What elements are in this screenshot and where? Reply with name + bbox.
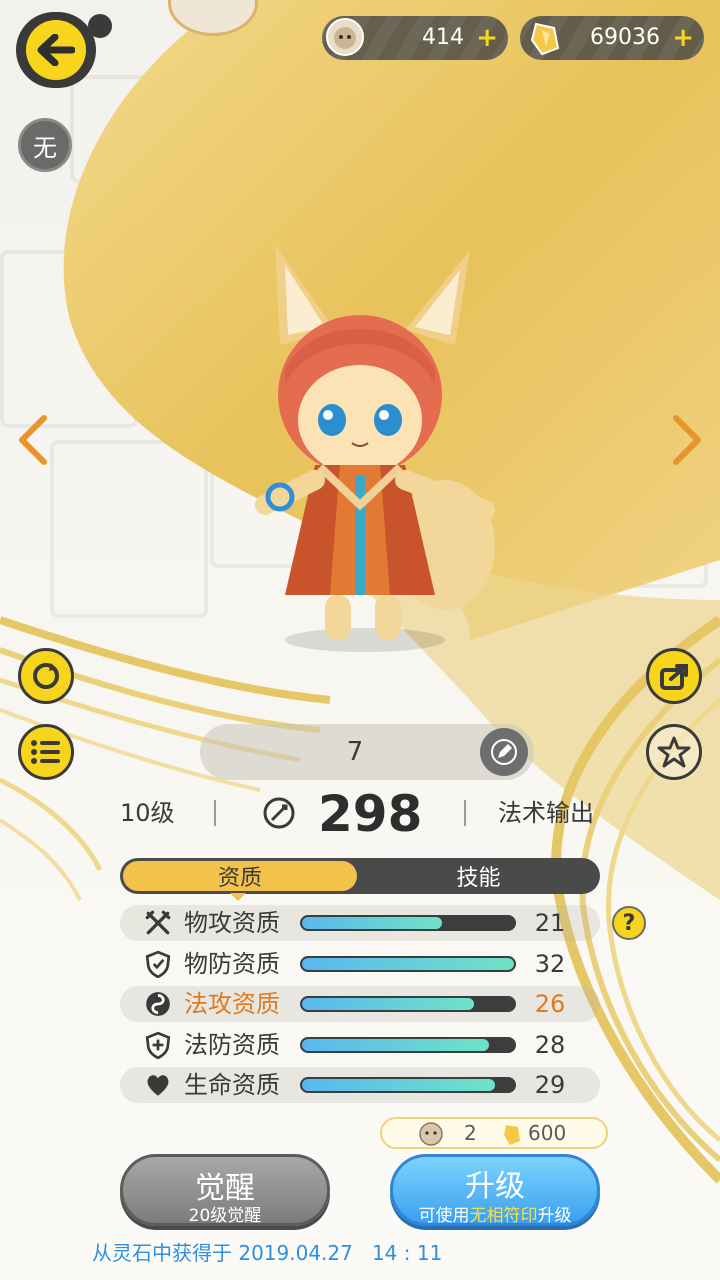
shield-icon — [145, 950, 171, 978]
cat-face-icon — [326, 18, 364, 56]
previous-pet-arrow-icon[interactable] — [14, 414, 50, 466]
share-icon — [660, 664, 688, 690]
stat-label: 法攻资质 — [184, 990, 280, 1018]
swords-icon — [145, 910, 171, 935]
back-button-tail — [88, 14, 112, 38]
gem-currency-value: 69036 — [590, 25, 660, 50]
back-arrow-icon — [26, 20, 86, 80]
tab-aptitude[interactable]: 资质 — [123, 861, 357, 891]
stat-value: 26 — [534, 990, 566, 1018]
background-tile — [200, 75, 358, 193]
stat-label: 生命资质 — [184, 1071, 280, 1099]
stat-bar-fill — [302, 1079, 495, 1091]
active-tab-pointer — [230, 893, 246, 901]
stat-bar-fill — [302, 917, 442, 929]
swirl-icon — [146, 992, 170, 1016]
awaken-subtitle: 20级觉醒 — [188, 1206, 262, 1226]
stat-bar-fill — [302, 958, 514, 970]
background-tile — [50, 440, 208, 618]
background-tile — [70, 75, 198, 183]
obtained-info: 从灵石中获得于 2019.04.27 14 : 11 — [92, 1241, 443, 1265]
tab-skills-label: 技能 — [456, 866, 501, 891]
tab-skills[interactable]: 技能 — [360, 861, 597, 891]
heart-icon — [147, 1075, 169, 1096]
share-button[interactable] — [646, 648, 702, 704]
stat-value: 29 — [534, 1071, 566, 1099]
stat-label: 物防资质 — [184, 950, 280, 978]
pet-level: 10级 — [120, 799, 175, 827]
player-avatar[interactable] — [168, 0, 258, 36]
combat-power-value: 298 — [318, 785, 423, 843]
divider — [464, 800, 466, 826]
pet-name: 7 — [346, 737, 364, 767]
upgrade-cost: 2 600 — [380, 1117, 608, 1149]
next-pet-arrow-icon[interactable] — [670, 414, 706, 466]
help-button[interactable]: ? — [612, 906, 646, 940]
pet-currency-value: 414 — [422, 25, 464, 50]
rotate-model-button[interactable] — [18, 648, 74, 704]
background-tile — [560, 470, 708, 588]
pencil-icon — [491, 739, 517, 765]
stat-bar-fill — [302, 1039, 489, 1051]
pet-currency-pill[interactable]: 414 + — [322, 16, 508, 60]
refresh-icon — [33, 663, 59, 689]
stat-value: 21 — [534, 909, 566, 937]
add-gem-currency-icon[interactable]: + — [672, 23, 694, 53]
tab-bar: 资质 技能 — [120, 858, 600, 894]
stat-value: 28 — [534, 1031, 566, 1059]
upgrade-button[interactable]: 升级 可使用无相符印升级 — [390, 1154, 600, 1226]
favorite-button[interactable] — [646, 724, 702, 780]
awaken-button[interactable]: 觉醒 20级觉醒 — [120, 1154, 330, 1226]
divider — [214, 800, 216, 826]
upgrade-subtitle: 可使用无相符印升级 — [393, 1201, 597, 1226]
star-icon — [657, 736, 691, 768]
pet-role: 法术输出 — [498, 799, 594, 827]
cost-gems: 600 — [528, 1121, 567, 1145]
crystal-icon — [524, 18, 564, 58]
stat-value: 32 — [534, 950, 566, 978]
question-mark-icon: ? — [622, 910, 636, 936]
pet-name-field[interactable]: 7 — [200, 724, 534, 780]
stat-label: 法防资质 — [184, 1031, 280, 1059]
stat-bar-fill — [302, 998, 474, 1010]
magic-shield-icon — [145, 1031, 171, 1059]
back-button[interactable] — [16, 12, 96, 88]
stat-bar — [300, 1077, 516, 1093]
upgrade-title: 升级 — [465, 1169, 525, 1204]
upgrade-sub-post: 升级 — [537, 1206, 572, 1226]
cat-face-icon — [419, 1122, 443, 1146]
rename-button[interactable] — [480, 728, 528, 776]
list-icon — [31, 740, 60, 764]
mode-badge[interactable]: 无 — [18, 118, 72, 172]
stat-bar — [300, 996, 516, 1012]
gem-currency-pill[interactable]: 69036 + — [520, 16, 704, 60]
upgrade-sub-pre: 可使用 — [418, 1206, 470, 1226]
background-tile — [0, 250, 138, 428]
mode-badge-label: 无 — [33, 133, 57, 162]
tab-aptitude-label: 资质 — [217, 866, 262, 891]
pet-detail-screen: 无 414 + 69036 + 7 10级 298 法术输出 资质 技能 物攻资… — [0, 0, 720, 1280]
upgrade-sub-highlight: 无相符印 — [469, 1206, 538, 1226]
stat-bar — [300, 1037, 516, 1053]
stat-label: 物攻资质 — [184, 909, 280, 937]
combat-power-icon — [263, 797, 295, 829]
add-pet-currency-icon[interactable]: + — [476, 23, 498, 53]
stat-bar — [300, 915, 516, 931]
crystal-icon — [504, 1125, 520, 1145]
cost-pets: 2 — [464, 1121, 477, 1145]
pet-character-model[interactable] — [240, 235, 500, 655]
menu-list-button[interactable] — [18, 724, 74, 780]
stat-bar — [300, 956, 516, 972]
